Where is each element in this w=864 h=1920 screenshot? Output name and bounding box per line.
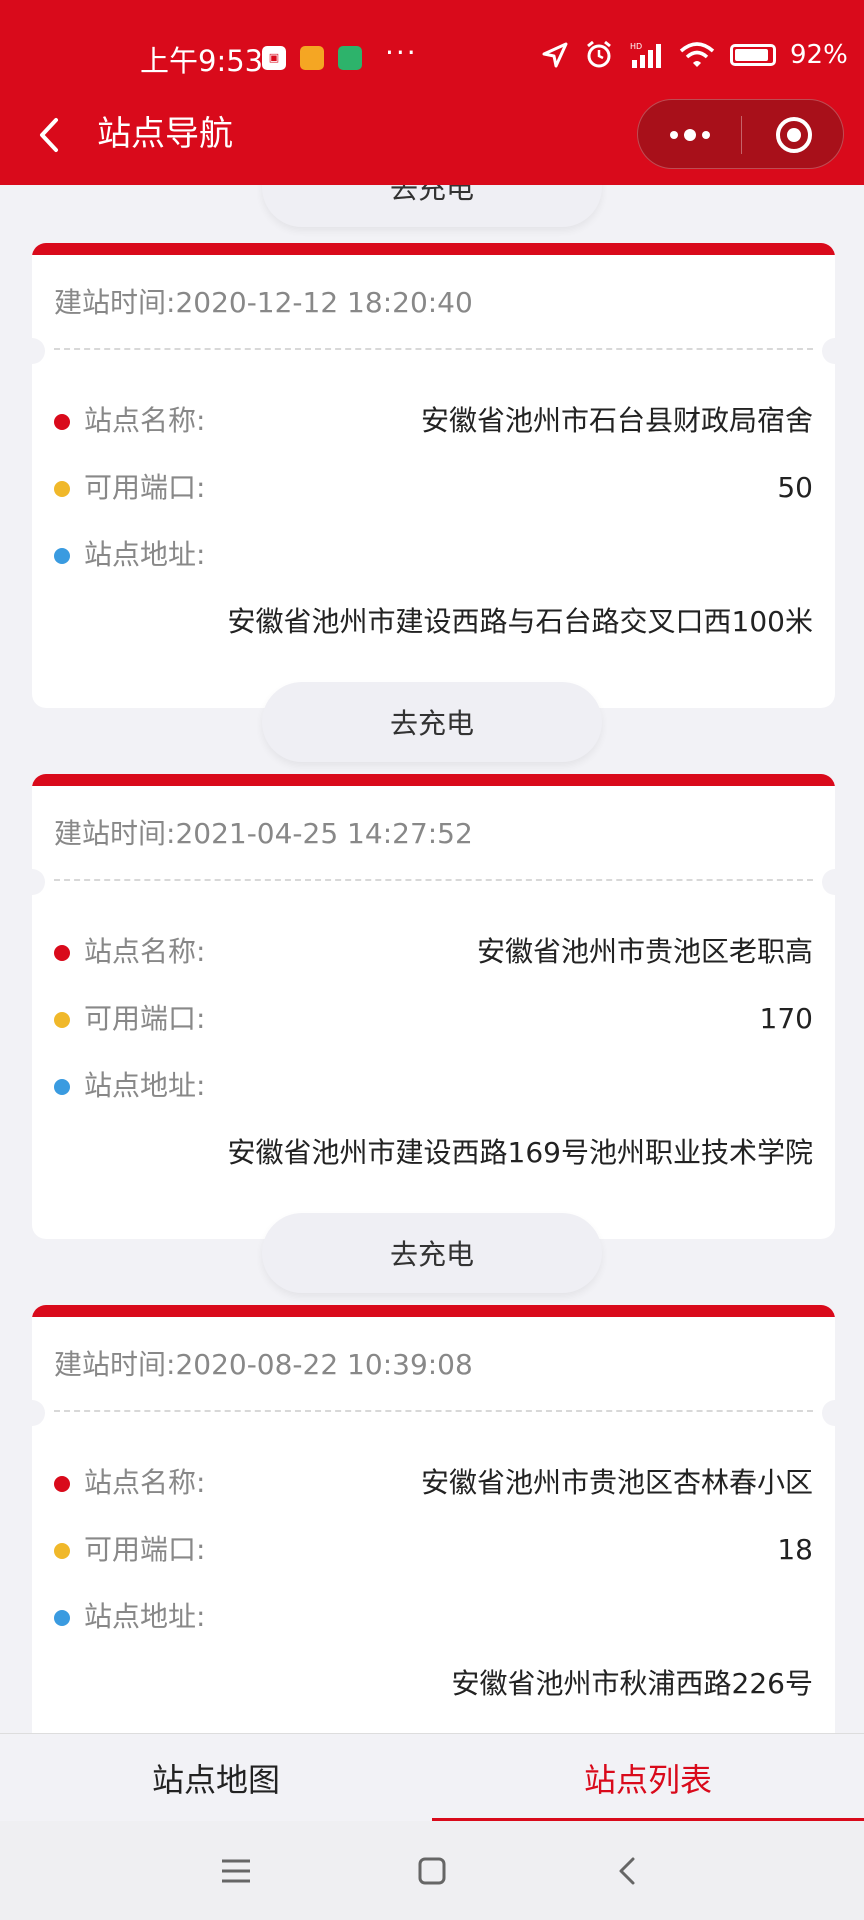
card-topbar	[32, 243, 835, 255]
blue-dot-icon	[54, 1610, 70, 1626]
station-name-value: 安徽省池州市石台县财政局宿舍	[420, 404, 813, 437]
more-dots-icon	[669, 129, 710, 141]
build-time-value: 2021-04-25 14:27:52	[175, 817, 473, 850]
signal-icon: HD	[630, 42, 661, 68]
page-title: 站点导航	[97, 114, 233, 154]
address-value: 安徽省池州市秋浦西路226号	[451, 1667, 813, 1700]
ports-row: 可用端口: 170	[54, 999, 813, 1039]
address-row: 站点地址:	[54, 535, 813, 575]
go-charge-button[interactable]: 去充电	[262, 1213, 602, 1293]
build-time-label: 建站时间:	[54, 1348, 176, 1381]
status-time: 上午9:53	[140, 44, 264, 78]
dashed-divider	[54, 1410, 813, 1412]
red-dot-icon	[54, 414, 70, 430]
location-icon	[542, 42, 568, 68]
back-nav-icon[interactable]	[608, 1851, 648, 1891]
header: 上午9:53 ▣ ··· HD 92% 站点导航	[0, 0, 864, 185]
station-name-label: 站点名称:	[84, 1466, 206, 1499]
station-name-label: 站点名称:	[84, 935, 206, 968]
miniprogram-capsule	[637, 99, 844, 169]
battery-percent: 92%	[790, 40, 848, 70]
alarm-icon	[587, 40, 611, 68]
system-navigation-bar	[0, 1821, 864, 1920]
station-name-row: 站点名称: 安徽省池州市贵池区老职高	[54, 932, 813, 972]
address-value: 安徽省池州市建设西路169号池州职业技术学院	[227, 1136, 813, 1169]
ticket-notch	[19, 338, 45, 364]
more-notifications-icon: ···	[385, 36, 418, 69]
go-charge-button[interactable]: 去充电	[262, 185, 602, 227]
wifi-icon	[679, 42, 715, 67]
close-miniprogram-button[interactable]	[742, 100, 845, 170]
build-time: 建站时间:2021-04-25 14:27:52	[54, 812, 473, 852]
ports-label: 可用端口:	[84, 1002, 206, 1035]
address-value: 安徽省池州市建设西路与石台路交叉口西100米	[227, 605, 813, 638]
red-dot-icon	[54, 1476, 70, 1492]
ticket-notch	[822, 869, 848, 895]
ticket-notch	[822, 1400, 848, 1426]
blue-dot-icon	[54, 1079, 70, 1095]
station-name-value: 安徽省池州市贵池区杏林春小区	[420, 1466, 813, 1499]
build-time-value: 2020-08-22 10:39:08	[175, 1348, 473, 1381]
home-icon[interactable]	[412, 1851, 452, 1891]
station-card: 建站时间:2021-04-25 14:27:52 站点名称: 安徽省池州市贵池区…	[32, 774, 835, 1239]
address-row: 站点地址:	[54, 1597, 813, 1637]
target-close-icon	[775, 117, 812, 153]
station-name-row: 站点名称: 安徽省池州市石台县财政局宿舍	[54, 401, 813, 441]
ticket-notch	[19, 869, 45, 895]
menu-icon[interactable]	[216, 1851, 256, 1891]
card-topbar	[32, 1305, 835, 1317]
shield-app-icon	[338, 46, 362, 70]
address-label: 站点地址:	[84, 1600, 206, 1633]
yellow-dot-icon	[54, 1543, 70, 1559]
address-row: 站点地址:	[54, 1066, 813, 1106]
card-topbar	[32, 774, 835, 786]
ports-label: 可用端口:	[84, 1533, 206, 1566]
blue-dot-icon	[54, 548, 70, 564]
station-card: 建站时间:2020-12-12 18:20:40 站点名称: 安徽省池州市石台县…	[32, 243, 835, 708]
dashed-divider	[54, 879, 813, 881]
yellow-dot-icon	[54, 1012, 70, 1028]
tab-station-list[interactable]: 站点列表	[432, 1734, 864, 1822]
back-button[interactable]	[30, 110, 70, 160]
build-time-value: 2020-12-12 18:20:40	[175, 286, 473, 319]
status-right: HD 92%	[540, 40, 848, 70]
battery-icon	[730, 44, 776, 66]
ticket-notch	[19, 1400, 45, 1426]
svg-text:HD: HD	[630, 42, 642, 51]
build-time: 建站时间:2020-08-22 10:39:08	[54, 1343, 473, 1383]
yellow-dot-icon	[54, 481, 70, 497]
ticket-notch	[822, 338, 848, 364]
address-label: 站点地址:	[84, 538, 206, 571]
build-time: 建站时间:2020-12-12 18:20:40	[54, 281, 473, 321]
go-charge-button[interactable]: 去充电	[262, 682, 602, 762]
ports-label: 可用端口:	[84, 471, 206, 504]
dashed-divider	[54, 348, 813, 350]
station-name-row: 站点名称: 安徽省池州市贵池区杏林春小区	[54, 1463, 813, 1503]
status-bar: 上午9:53 ▣ ··· HD 92%	[0, 0, 864, 115]
notes-app-icon	[300, 46, 324, 70]
ports-value: 50	[777, 471, 813, 504]
ports-row: 可用端口: 18	[54, 1530, 813, 1570]
station-name-value: 安徽省池州市贵池区老职高	[476, 935, 813, 968]
ports-value: 18	[777, 1533, 813, 1566]
more-button[interactable]	[638, 100, 741, 170]
bottom-tab-bar: 站点地图 站点列表	[0, 1733, 864, 1821]
station-name-label: 站点名称:	[84, 404, 206, 437]
ports-value: 170	[759, 1002, 813, 1035]
toutiao-app-icon: ▣	[262, 46, 286, 70]
tab-station-map[interactable]: 站点地图	[0, 1734, 432, 1822]
ports-row: 可用端口: 50	[54, 468, 813, 508]
station-card: 建站时间:2020-08-22 10:39:08 站点名称: 安徽省池州市贵池区…	[32, 1305, 835, 1733]
station-list[interactable]: 去充电 建站时间:2020-12-12 18:20:40 站点名称: 安徽省池州…	[0, 185, 864, 1733]
build-time-label: 建站时间:	[54, 817, 176, 850]
chevron-left-icon	[40, 118, 58, 152]
address-label: 站点地址:	[84, 1069, 206, 1102]
build-time-label: 建站时间:	[54, 286, 176, 319]
red-dot-icon	[54, 945, 70, 961]
